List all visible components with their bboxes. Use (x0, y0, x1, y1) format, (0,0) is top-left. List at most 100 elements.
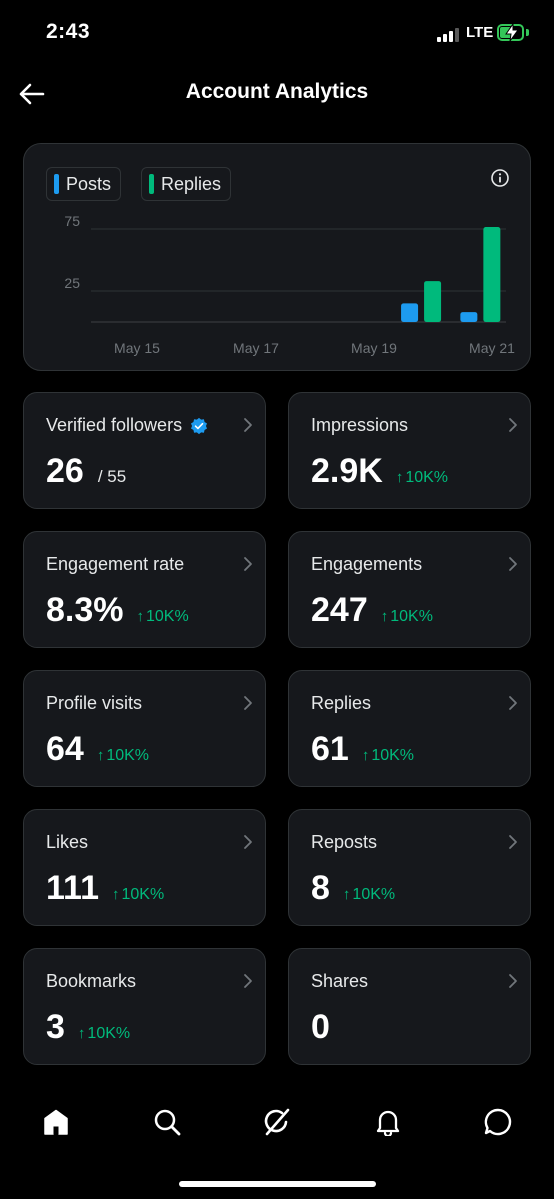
metric-change-text: 10K% (106, 747, 150, 764)
grok-icon (264, 1108, 290, 1136)
metric-row: 111 ↑ 10K% (46, 869, 164, 908)
metric-total: / 55 (97, 467, 127, 486)
metric-card-verified-followers[interactable]: Verified followers 26 / 55 (23, 392, 266, 509)
metric-row: 2.9K ↑ 10K% (311, 452, 448, 491)
nav-search[interactable] (140, 1095, 194, 1149)
metric-row: 61 ↑ 10K% (311, 730, 414, 769)
metric-label-text: Verified followers (46, 415, 183, 435)
bottom-nav (0, 1095, 554, 1155)
status-time: 2:43 (46, 20, 91, 43)
metric-change-text: 10K% (121, 886, 165, 903)
arrow-up-icon: ↑ (361, 747, 370, 764)
bar-posts-may-20[interactable] (401, 303, 419, 322)
metric-label-text: Profile visits (46, 693, 143, 713)
metric-value: 64 (46, 730, 84, 768)
metric-card-likes[interactable]: Likes 111 ↑ 10K% (23, 809, 266, 926)
metric-change: ↑ 10K% (343, 886, 395, 904)
chevron-right-icon (244, 557, 252, 571)
nav-messages[interactable] (471, 1095, 525, 1149)
message-icon (484, 1108, 512, 1136)
bell-icon (376, 1110, 400, 1136)
chevron-right-icon (509, 696, 517, 710)
arrow-up-icon: ↑ (77, 1025, 86, 1042)
metric-card-replies[interactable]: Replies 61 ↑ 10K% (288, 670, 531, 787)
metric-change-text: 10K% (352, 886, 396, 903)
chevron-right-icon (244, 974, 252, 988)
y-tick-label: 75 (64, 213, 80, 229)
nav-home[interactable] (29, 1095, 83, 1149)
metric-card-profile-visits[interactable]: Profile visits 64 ↑ 10K% (23, 670, 266, 787)
metric-row: 247 ↑ 10K% (311, 591, 433, 630)
x-tick-label: May 15 (114, 340, 160, 356)
metric-label: Bookmarks (46, 971, 136, 992)
metric-label-text: Engagement rate (46, 554, 185, 574)
metric-row: 64 ↑ 10K% (46, 730, 149, 769)
metric-value: 8.3% (46, 591, 124, 629)
signal-icon (437, 26, 459, 42)
chevron-right-icon (244, 835, 252, 849)
metric-value: 26 (46, 452, 84, 490)
arrow-up-icon: ↑ (342, 886, 351, 903)
metric-row: 26 / 55 (46, 452, 126, 491)
metric-label-text: Bookmarks (46, 971, 137, 991)
metric-value: 0 (311, 1008, 330, 1046)
home-indicator (179, 1181, 376, 1187)
chevron-right-icon (244, 696, 252, 710)
battery-icon (497, 24, 524, 41)
metric-value: 111 (46, 869, 99, 907)
metric-value: 3 (46, 1008, 65, 1046)
metric-row: 0 (311, 1008, 330, 1047)
nav-grok[interactable] (250, 1095, 304, 1149)
chevron-right-icon (244, 418, 252, 432)
bar-posts-may-21[interactable] (460, 312, 478, 322)
metric-card-engagements[interactable]: Engagements 247 ↑ 10K% (288, 531, 531, 648)
nav-notifications[interactable] (361, 1095, 415, 1149)
metric-change-text: 10K% (87, 1025, 131, 1042)
metric-card-bookmarks[interactable]: Bookmarks 3 ↑ 10K% (23, 948, 266, 1065)
metric-label-text: Impressions (311, 415, 409, 435)
metric-change: ↑ 10K% (97, 747, 149, 765)
arrow-up-icon: ↑ (395, 469, 404, 486)
chevron-right-icon (509, 418, 517, 432)
metric-change-text: 10K% (390, 608, 433, 625)
metric-label: Engagement rate (46, 554, 184, 575)
metric-label-text: Engagements (311, 554, 423, 574)
network-label: LTE (466, 24, 494, 41)
chevron-right-icon (509, 557, 517, 571)
bar-chart: 75 25 May 15 May 17 May 19 May 21 (64, 213, 515, 356)
arrow-up-icon: ↑ (96, 747, 105, 764)
battery-tip (526, 29, 529, 36)
bar-replies-may-21[interactable] (483, 227, 501, 322)
metric-value: 247 (311, 591, 368, 629)
metric-change-text: 10K% (371, 747, 415, 764)
metric-row: 8.3% ↑ 10K% (46, 591, 189, 630)
metric-label-text: Likes (46, 832, 89, 852)
analytics-chart-card: Posts Replies 75 25 May 15 May 17 May 19 May … (23, 143, 531, 371)
home-icon (44, 1109, 68, 1135)
metric-row: 8 ↑ 10K% (311, 869, 395, 908)
chevron-right-icon (509, 974, 517, 988)
status-bar: 2:43 LTE (0, 0, 554, 66)
metric-card-engagement-rate[interactable]: Engagement rate 8.3% ↑ 10K% (23, 531, 266, 648)
metric-label: Likes (46, 832, 88, 853)
metric-value: 8 (311, 869, 330, 907)
x-tick-label: May 21 (469, 340, 515, 356)
bar-replies-may-20[interactable] (424, 281, 442, 322)
metric-card-reposts[interactable]: Reposts 8 ↑ 10K% (288, 809, 531, 926)
metric-label: Replies (311, 693, 371, 714)
metric-value: 61 (311, 730, 349, 768)
metric-change: ↑ 10K% (137, 608, 189, 626)
metric-label: Verified followers (46, 415, 208, 436)
arrow-up-icon: ↑ (380, 608, 389, 625)
metric-label-text: Shares (311, 971, 369, 991)
arrow-up-icon: ↑ (136, 608, 145, 625)
metric-card-shares[interactable]: Shares 0 (288, 948, 531, 1065)
metric-label: Profile visits (46, 693, 142, 714)
metric-change-text: 10K% (146, 608, 189, 625)
metric-change: ↑ 10K% (112, 886, 164, 904)
metric-card-impressions[interactable]: Impressions 2.9K ↑ 10K% (288, 392, 531, 509)
arrow-up-icon: ↑ (111, 886, 120, 903)
metric-label: Impressions (311, 415, 408, 436)
metric-change-text: 10K% (405, 469, 449, 486)
page-title: Account Analytics (185, 80, 369, 103)
